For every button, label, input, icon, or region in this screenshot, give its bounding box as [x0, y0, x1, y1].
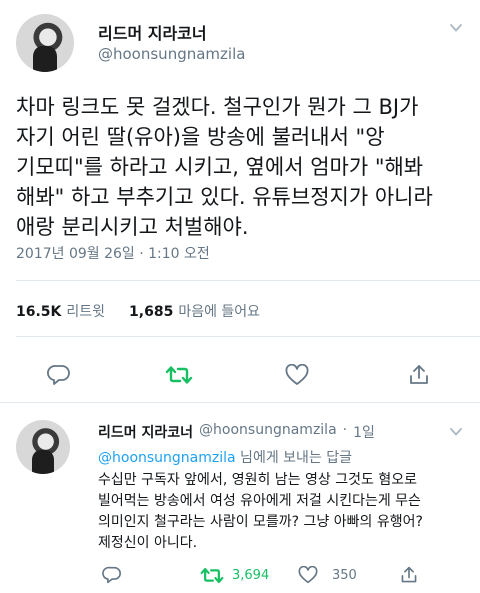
reply-header: 리드머 지라코너 @hoonsungnamzila · 1일: [98, 422, 375, 442]
like-icon: [298, 566, 318, 584]
retweet-icon: [165, 366, 193, 384]
reply-to-label: 님에게 보내는 답글: [235, 450, 352, 466]
chevron-down-icon[interactable]: [450, 22, 462, 34]
divider: [16, 336, 480, 337]
reply-author-handle[interactable]: @hoonsungnamzila: [199, 422, 337, 442]
retweet-count[interactable]: 16.5K: [16, 304, 61, 320]
divider: [16, 280, 480, 281]
reply-like-button[interactable]: 350: [298, 562, 357, 588]
reply-share-button[interactable]: [398, 564, 420, 586]
share-icon: [410, 365, 428, 384]
tweet-text: 차마 링크도 못 걸겠다. 철구인가 뭔가 그 BJ가 자기 어린 딸(유아)을…: [16, 95, 433, 239]
share-button[interactable]: [404, 360, 434, 390]
reply-like-count: 350: [332, 567, 357, 583]
retweet-icon: [200, 567, 224, 583]
chevron-down-icon[interactable]: [450, 426, 462, 438]
like-icon: [285, 364, 309, 385]
like-button[interactable]: [282, 360, 312, 390]
reply-to-line: @hoonsungnamzila 님에게 보내는 답글: [98, 447, 352, 467]
reply-retweet-count: 3,694: [232, 567, 270, 583]
separator-dot: ·: [342, 422, 348, 438]
reply-author-name[interactable]: 리드머 지라코너: [98, 422, 193, 442]
reply-text: 수십만 구독자 앞에서, 영원히 남는 영상 그것도 혐오로 빌어먹는 방송에서…: [98, 472, 423, 551]
reply-retweet-button[interactable]: 3,694: [200, 562, 269, 588]
reply-icon: [102, 566, 121, 584]
author-avatar[interactable]: [16, 14, 74, 72]
retweet-label[interactable]: 리트윗: [66, 301, 105, 321]
like-label[interactable]: 마음에 들어요: [178, 301, 260, 321]
divider: [0, 402, 480, 403]
author-name[interactable]: 리드머 지라코너: [98, 20, 207, 44]
reply-icon: [47, 365, 70, 385]
tweet-timestamp[interactable]: 2017년 09월 26일 · 1:10 오전: [16, 243, 210, 263]
retweet-button[interactable]: [162, 360, 196, 390]
reply-to-handle[interactable]: @hoonsungnamzila: [98, 450, 236, 466]
share-icon: [401, 566, 417, 583]
reply-button[interactable]: [44, 360, 74, 390]
author-handle[interactable]: @hoonsungnamzila: [98, 45, 245, 63]
like-count[interactable]: 1,685: [129, 304, 173, 320]
reply-reply-button[interactable]: [100, 564, 124, 586]
reply-author-avatar[interactable]: [16, 420, 70, 474]
tweet-stats: 16.5K 리트윗 1,685 마음에 들어요: [16, 301, 260, 321]
reply-age[interactable]: 1일: [353, 422, 375, 442]
